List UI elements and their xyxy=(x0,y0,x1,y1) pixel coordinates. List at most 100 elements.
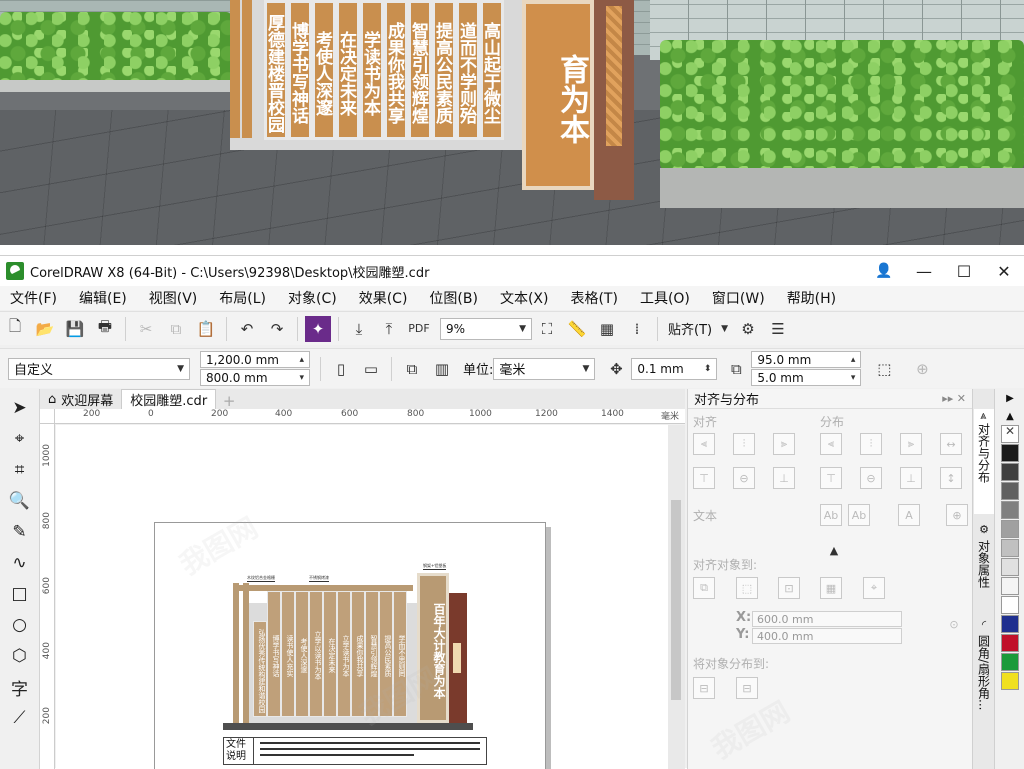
duplicate-x-field[interactable]: 95.0 mm ▴ xyxy=(751,351,862,368)
distribute-left-icon[interactable]: ⫷ xyxy=(820,433,842,455)
align-left-icon[interactable]: ⫷ xyxy=(693,433,715,455)
drawing-canvas[interactable]: 弘扬优秀传统构建和谐校园 博学书写神话 读书使人充实 考使人深邃 立学以读书为本… xyxy=(56,425,668,769)
full-screen-icon[interactable]: ⛶ xyxy=(534,316,560,342)
menu-object[interactable]: 对象(C) xyxy=(288,288,337,308)
palette-scroll-up-icon[interactable]: ▶ xyxy=(995,389,1024,407)
show-grid-icon[interactable]: ▦ xyxy=(594,316,620,342)
vtab-object-properties[interactable]: ⚙ 对象属性 xyxy=(974,519,994,609)
color-swatch[interactable] xyxy=(1001,634,1019,652)
units-select[interactable]: 毫米 ▼ xyxy=(493,357,596,380)
menu-table[interactable]: 表格(T) xyxy=(570,288,617,308)
distribute-middle-icon[interactable]: ⊖ xyxy=(860,467,882,489)
text-baseline-first-icon[interactable]: Ab xyxy=(820,504,842,526)
distribute-top-icon[interactable]: ⊤ xyxy=(820,467,842,489)
color-swatch[interactable] xyxy=(1001,672,1019,690)
vertical-ruler[interactable]: 1000 800 600 400 200 xyxy=(40,424,55,769)
swatch-none[interactable]: ✕ xyxy=(1001,424,1019,443)
align-center-v-icon[interactable]: ⊖ xyxy=(733,467,755,489)
menu-help[interactable]: 帮助(H) xyxy=(787,288,836,308)
x-coordinate-field[interactable]: 600.0 mm xyxy=(752,611,902,627)
color-swatch[interactable] xyxy=(1001,463,1019,481)
minimize-button[interactable]: — xyxy=(904,256,944,286)
menu-edit[interactable]: 编辑(E) xyxy=(79,288,127,308)
import-icon[interactable]: ⤓ xyxy=(346,316,372,342)
parallel-dimension-icon[interactable]: ⟋ xyxy=(5,703,35,733)
shape-tool-icon[interactable]: ⌖ xyxy=(5,424,35,454)
page-size-preset-select[interactable]: 自定义 ▼ xyxy=(8,357,190,380)
crop-tool-icon[interactable]: ⌗ xyxy=(5,455,35,485)
color-swatch[interactable] xyxy=(1001,520,1019,538)
treat-as-filled-icon[interactable]: ⬚ xyxy=(871,356,897,382)
menu-bitmaps[interactable]: 位图(B) xyxy=(429,288,478,308)
duplicate-distance-icon[interactable]: ⧉ xyxy=(723,356,749,382)
vertical-scrollbar[interactable] xyxy=(668,425,685,769)
distribute-right-icon[interactable]: ⫸ xyxy=(900,433,922,455)
align-top-icon[interactable]: ⊤ xyxy=(693,467,715,489)
align-selection-icon[interactable]: ⬚ xyxy=(736,577,758,599)
collapse-arrow-icon[interactable]: ▲ xyxy=(823,539,845,561)
new-document-icon[interactable]: 🗋 xyxy=(2,316,28,342)
menu-effects[interactable]: 效果(C) xyxy=(359,288,408,308)
color-swatch[interactable] xyxy=(1001,501,1019,519)
color-swatch[interactable] xyxy=(1001,653,1019,671)
distribute-bottom-icon[interactable]: ⊥ xyxy=(900,467,922,489)
user-account-icon[interactable]: 👤 xyxy=(864,256,904,286)
undo-icon[interactable]: ↶ xyxy=(234,316,260,342)
copy-icon[interactable]: ⧉ xyxy=(163,316,189,342)
menu-tools[interactable]: 工具(O) xyxy=(640,288,690,308)
horizontal-ruler[interactable]: 200 0 200 400 600 800 1000 1200 1400 毫米 xyxy=(55,409,685,424)
menu-view[interactable]: 视图(V) xyxy=(149,288,198,308)
scrollbar-thumb[interactable] xyxy=(671,500,681,700)
drawing-page[interactable]: 弘扬优秀传统构建和谐校园 博学书写神话 读书使人充实 考使人深邃 立学以读书为本… xyxy=(154,522,546,769)
show-guidelines-icon[interactable]: ⁞ xyxy=(624,316,650,342)
redo-icon[interactable]: ↷ xyxy=(264,316,290,342)
distribute-page-icon[interactable]: ⊟ xyxy=(736,677,758,699)
rectangle-tool-icon[interactable]: □ xyxy=(5,579,35,609)
menu-layout[interactable]: 布局(L) xyxy=(219,288,266,308)
align-bottom-icon[interactable]: ⊥ xyxy=(773,467,795,489)
pick-tool-icon[interactable]: ➤ xyxy=(5,393,35,423)
nudge-distance-icon[interactable]: ✥ xyxy=(603,356,629,382)
maximize-button[interactable]: ☐ xyxy=(944,256,984,286)
nudge-distance-field[interactable]: 0.1 mm ⬍ xyxy=(631,357,718,380)
tab-welcome-screen[interactable]: ⌂ 欢迎屏幕 xyxy=(40,389,122,409)
paste-icon[interactable]: 📋 xyxy=(193,316,219,342)
menu-text[interactable]: 文本(X) xyxy=(500,288,549,308)
text-baseline-last-icon[interactable]: Ab xyxy=(848,504,870,526)
distribute-spacing-v-icon[interactable]: ↕ xyxy=(940,467,962,489)
color-swatch[interactable] xyxy=(1001,596,1019,614)
app-launcher-icon[interactable]: ☰ xyxy=(765,316,791,342)
landscape-icon[interactable]: ▭ xyxy=(358,356,384,382)
zoom-tool-icon[interactable]: 🔍 xyxy=(5,486,35,516)
zoom-level-select[interactable]: 9% ▼ xyxy=(440,317,532,340)
color-swatch[interactable] xyxy=(1001,558,1019,576)
align-grid-icon[interactable]: ▦ xyxy=(820,577,842,599)
align-page-edge-icon[interactable]: ⊡ xyxy=(778,577,800,599)
docker-controls[interactable]: ▸▸ ✕ xyxy=(942,392,966,405)
cut-icon[interactable]: ✂ xyxy=(133,316,159,342)
distribute-center-icon[interactable]: ⫶ xyxy=(860,433,882,455)
options-gear-icon[interactable]: ⚙ xyxy=(735,316,761,342)
menu-window[interactable]: 窗口(W) xyxy=(712,288,765,308)
align-right-icon[interactable]: ⫸ xyxy=(773,433,795,455)
polygon-tool-icon[interactable]: ⬡ xyxy=(5,641,35,671)
tab-document[interactable]: 校园雕塑.cdr xyxy=(121,389,217,409)
artistic-media-icon[interactable]: ∿ xyxy=(5,548,35,578)
duplicate-y-field[interactable]: 5.0 mm ▾ xyxy=(751,369,862,386)
freehand-tool-icon[interactable]: ✎ xyxy=(5,517,35,547)
distribute-selection-icon[interactable]: ⊟ xyxy=(693,677,715,699)
color-swatch[interactable] xyxy=(1001,482,1019,500)
page-height-field[interactable]: 800.0 mm ▾ xyxy=(200,369,310,386)
print-icon[interactable]: 🖶 xyxy=(92,316,118,342)
text-tool-icon[interactable]: 字 xyxy=(5,672,35,702)
publish-pdf-icon[interactable]: PDF xyxy=(406,316,432,342)
search-content-icon[interactable]: ✦ xyxy=(305,315,331,342)
ruler-origin[interactable] xyxy=(40,409,55,424)
distribute-spacing-h-icon[interactable]: ↔ xyxy=(940,433,962,455)
portrait-icon[interactable]: ▯ xyxy=(328,356,354,382)
vtab-align-distribute[interactable]: ⫷ 对齐与分布 xyxy=(974,409,994,514)
color-swatch[interactable] xyxy=(1001,615,1019,633)
y-coordinate-field[interactable]: 400.0 mm xyxy=(752,628,902,644)
close-button[interactable]: ✕ xyxy=(984,256,1024,286)
export-icon[interactable]: ⤒ xyxy=(376,316,402,342)
